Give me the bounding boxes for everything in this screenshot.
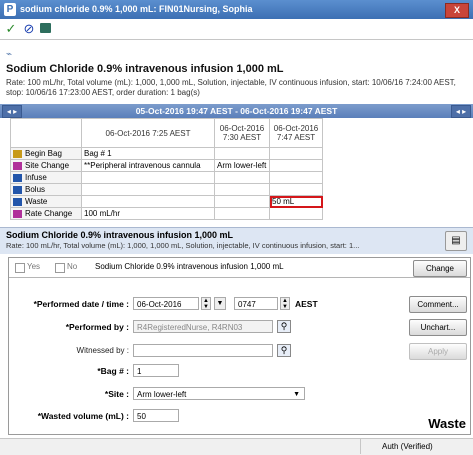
column-header: 06-Oct-2016 7:30 AEST [214,118,270,148]
window-title-bar: P sodium chloride 0.9% 1,000 mL: FIN01Nu… [0,0,473,19]
bolus-icon [13,185,22,194]
site-select[interactable]: Arm lower-left ▼ [133,387,305,400]
order-info-button[interactable]: ▤ [445,231,467,251]
witnessed-by-input[interactable] [133,344,273,357]
waste-icon [13,197,22,206]
order-name: Sodium Chloride 0.9% intravenous infusio… [6,63,284,75]
yes-label: Yes [27,262,41,271]
grid-cell[interactable] [269,147,323,160]
performed-date-label: *Performed date / time : [33,299,129,309]
infusion-grid: 06-Oct-2016 7:25 AEST 06-Oct-2016 7:30 A… [10,118,323,220]
toolbar: ✓ ⊘ [0,19,473,40]
wasted-volume-label: *Wasted volume (mL) : [37,411,129,421]
form-divider [9,277,470,278]
site-select-value: Arm lower-left [137,390,187,399]
chart-comment-icon[interactable] [40,23,51,33]
yes-checkbox[interactable] [15,263,25,273]
grid-row-bolus: Bolus [10,183,323,196]
grid-row-site-change: Site Change **Peripheral intravenous can… [10,159,323,172]
grid-cell[interactable] [269,207,323,220]
begin-bag-icon [13,149,22,158]
auth-status: Auth (Verified) [382,442,433,451]
infuse-icon [13,173,22,182]
infusion-icon: ⌁ [6,49,13,60]
grid-row-infuse: Infuse [10,171,323,184]
selected-order-header: Sodium Chloride 0.9% intravenous infusio… [0,227,473,254]
date-spinner[interactable]: ▲ ▼ [201,297,211,310]
performed-by-input[interactable]: R4RegisteredNurse, R4RN03 [133,320,273,333]
grid-cell[interactable] [214,183,270,196]
grid-cell[interactable]: 100 mL/hr [81,207,215,220]
selected-order-details: Rate: 100 mL/hr, Total volume (mL): 1,00… [6,241,360,250]
comment-button[interactable]: Comment... [409,296,467,313]
grid-cell[interactable] [214,147,270,160]
form-order-name: Sodium Chloride 0.9% intravenous infusio… [95,262,284,271]
search-witnessed-by-icon[interactable]: ⚲ [277,344,291,357]
date-range-label: 05-Oct-2016 19:47 AEST - 06-Oct-2016 19:… [135,106,338,116]
column-header: 06-Oct-2016 7:25 AEST [81,118,215,148]
charting-form: Yes No Sodium Chloride 0.9% intravenous … [8,257,471,435]
grid-cell[interactable] [214,195,270,208]
grid-cell[interactable] [214,171,270,184]
next-range-button[interactable]: ◂ ▸ [451,105,471,118]
grid-cell[interactable]: Bag # 1 [81,147,215,160]
row-label: Waste [10,195,82,208]
unchart-button[interactable]: Unchart... [409,319,467,336]
bag-number-label: *Bag # : [97,366,129,376]
grid-row-waste: Waste 50 mL [10,195,323,208]
wasted-volume-input[interactable]: 50 [133,409,179,422]
grid-cell[interactable] [269,171,323,184]
status-divider [360,438,361,454]
performed-date-input[interactable]: 06-Oct-2016 [133,297,199,310]
date-dropdown-button[interactable]: ▼ [214,297,226,310]
apply-button[interactable]: Apply [409,343,467,360]
section-title: Waste [428,416,466,431]
timezone-label: AEST [295,299,318,309]
no-label: No [67,262,78,271]
cancel-icon[interactable]: ⊘ [22,22,36,36]
selected-order-name: Sodium Chloride 0.9% intravenous infusio… [6,230,234,240]
grid-cell[interactable] [81,195,215,208]
grid-cell[interactable] [81,171,215,184]
row-label: Rate Change [10,207,82,220]
grid-cell[interactable] [269,183,323,196]
app-logo-icon: P [4,3,16,16]
close-button[interactable]: X [445,3,469,18]
performed-time-input[interactable]: 0747 [234,297,278,310]
row-label: Begin Bag [10,147,82,160]
window-title: sodium chloride 0.9% 1,000 mL: FIN01Nurs… [20,4,253,14]
checkmark-icon[interactable]: ✓ [4,22,18,36]
row-label: Site Change [10,159,82,172]
date-range-bar: ◂ ▸ 05-Oct-2016 19:47 AEST - 06-Oct-2016… [0,104,473,118]
change-button[interactable]: Change [413,260,467,277]
performed-by-label: *Performed by : [65,322,129,332]
time-spinner[interactable]: ▲ ▼ [280,297,290,310]
rate-change-icon [13,209,22,218]
grid-cell[interactable] [81,183,215,196]
grid-cell[interactable] [269,159,323,172]
site-change-icon [13,161,22,170]
grid-cell-selected[interactable]: 50 mL [269,195,323,208]
witnessed-by-label: Witnessed by : [76,346,129,355]
order-header: ⌁ Sodium Chloride 0.9% intravenous infus… [0,40,473,100]
no-checkbox[interactable] [55,263,65,273]
status-bar: Auth (Verified) [0,438,473,455]
order-details: Rate: 100 mL/hr, Total volume (mL): 1,00… [6,78,456,97]
column-header: 06-Oct-2016 7:47 AEST [269,118,323,148]
bag-number-input[interactable]: 1 [133,364,179,377]
grid-cell[interactable] [214,207,270,220]
grid-row-rate-change: Rate Change 100 mL/hr [10,207,323,220]
row-label: Infuse [10,171,82,184]
grid-row-begin-bag: Begin Bag Bag # 1 [10,147,323,160]
search-performed-by-icon[interactable]: ⚲ [277,320,291,333]
chevron-down-icon: ▼ [293,391,300,398]
grid-corner [10,118,82,148]
grid-cell[interactable]: Arm lower-left [214,159,270,172]
site-label: *Site : [104,389,129,399]
row-label: Bolus [10,183,82,196]
grid-cell[interactable]: **Peripheral intravenous cannula [81,159,215,172]
